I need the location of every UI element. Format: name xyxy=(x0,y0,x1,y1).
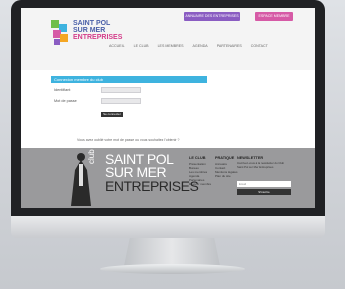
main-nav: ACCUEIL LE CLUB LES MEMBRES AGENDA PARTE… xyxy=(109,44,268,48)
nav-item-agenda[interactable]: AGENDA xyxy=(193,44,208,48)
newsletter-text: Inscrivez-vous à la newsletter du Club S… xyxy=(237,161,285,169)
site-header: SAINT POL SUR MER ENTREPRISES ANNUAIRE D… xyxy=(21,8,315,70)
logo-mark-icon xyxy=(51,20,68,45)
login-submit-button[interactable]: Se connecter xyxy=(101,112,123,117)
newsletter-title: NEWSLETTER xyxy=(237,156,264,160)
monitor-foot xyxy=(100,264,245,274)
nav-item-partners[interactable]: PARTENAIRES xyxy=(217,44,242,48)
password-label: Mot de passe xyxy=(54,99,77,103)
member-area-button[interactable]: ESPACE MEMBRE xyxy=(255,12,293,21)
footer-club-label: club xyxy=(87,149,96,164)
footer-link[interactable]: Devenir membre xyxy=(189,182,211,186)
footer-link[interactable]: Plan du site xyxy=(215,174,231,178)
footer-col1-title: LE CLUB xyxy=(189,156,206,160)
logo-line1: SAINT POL xyxy=(73,20,111,27)
login-label: Identifiant xyxy=(54,88,71,92)
newsletter-email-input[interactable]: Email xyxy=(237,181,291,187)
nav-item-members[interactable]: LES MEMBRES xyxy=(158,44,184,48)
logo-line3: ENTREPRISES xyxy=(73,34,123,41)
password-input[interactable] xyxy=(101,98,141,104)
footer-brand-line3: ENTREPRISES xyxy=(105,178,199,194)
screen: SAINT POL SUR MER ENTREPRISES ANNUAIRE D… xyxy=(21,8,315,208)
monitor-stand xyxy=(124,238,220,266)
site-footer: club SAINT POL SUR MER ENTREPRISES LE CL… xyxy=(21,148,315,208)
login-title: Connexion membre du club xyxy=(51,76,207,83)
nav-item-club[interactable]: LE CLUB xyxy=(134,44,149,48)
monitor-chin xyxy=(11,216,325,238)
login-input[interactable] xyxy=(101,87,141,93)
logo-line2: SUR MER xyxy=(73,27,106,34)
nav-item-contact[interactable]: CONTACT xyxy=(251,44,268,48)
footer-col2-title: PRATIQUE xyxy=(215,156,235,160)
site-logo[interactable]: SAINT POL SUR MER ENTREPRISES xyxy=(73,20,122,41)
footer-brand-line2: SUR MER xyxy=(105,164,167,180)
nav-item-home[interactable]: ACCUEIL xyxy=(109,44,125,48)
newsletter-subscribe-button[interactable]: S'inscrire xyxy=(237,189,291,195)
login-section: Connexion membre du club Identifiant Mot… xyxy=(21,70,315,148)
forgot-password-link[interactable]: Vous avez oublié votre mot de passe ou v… xyxy=(77,138,179,142)
directory-button[interactable]: ANNUAIRE DES ENTREPRISES xyxy=(184,12,240,21)
